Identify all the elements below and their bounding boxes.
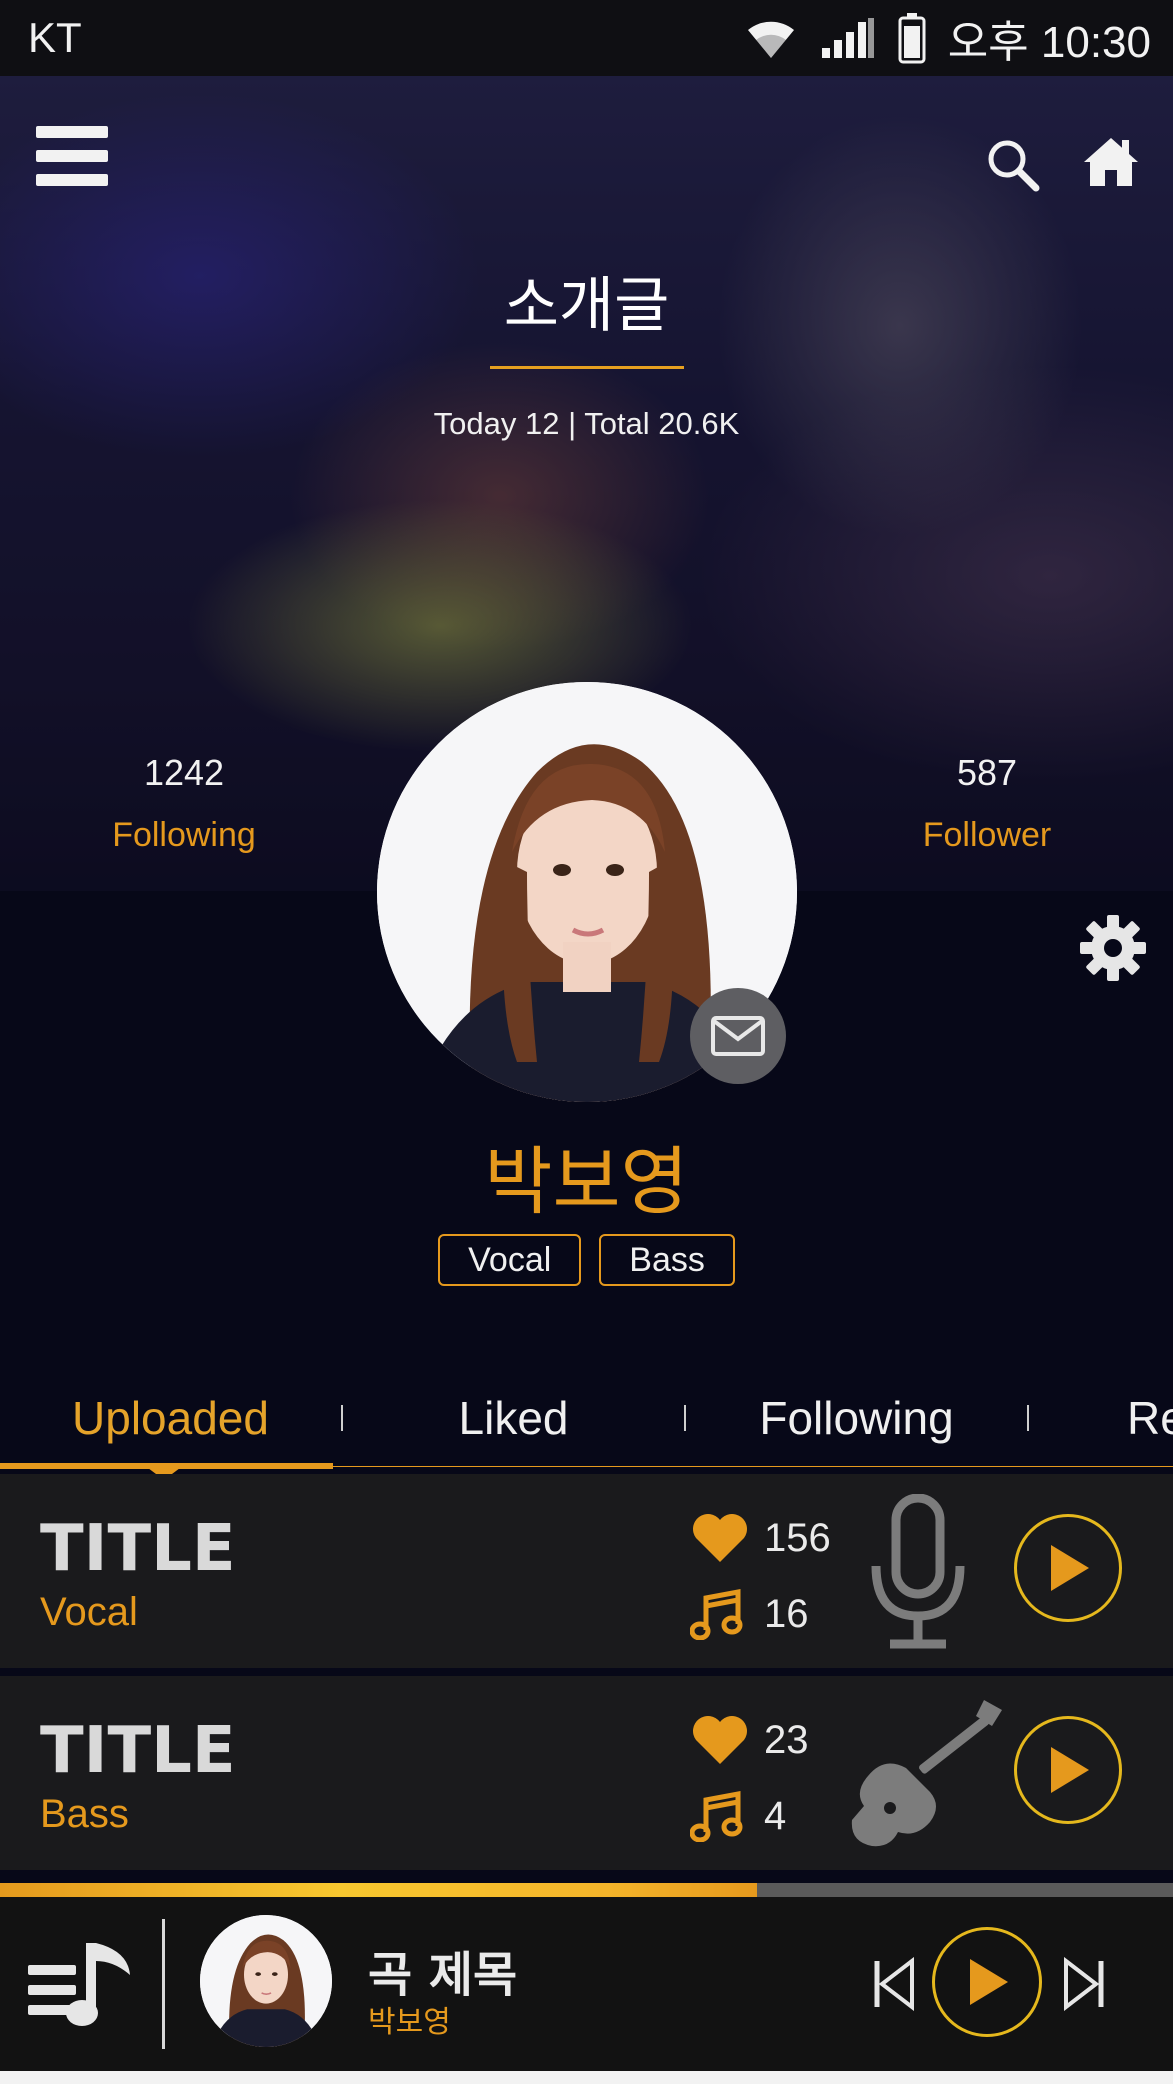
track-part: Vocal <box>40 1590 138 1634</box>
tab-following[interactable]: Following <box>686 1391 1027 1445</box>
follower-label: Follower <box>922 816 1052 854</box>
carrier-label: KT <box>28 14 82 61</box>
tab-re[interactable]: Re <box>1029 1391 1173 1445</box>
music-note-icon <box>690 1790 743 1842</box>
now-playing-avatar <box>200 1915 332 2047</box>
play-icon <box>970 1959 1008 2005</box>
home-icon <box>1084 138 1138 186</box>
bottom-edge <box>0 2071 1173 2084</box>
play-button[interactable] <box>1014 1514 1122 1622</box>
playback-progress[interactable] <box>0 1883 1173 1897</box>
wifi-icon <box>747 21 794 58</box>
play-count: 16 <box>764 1591 809 1636</box>
following-label: Following <box>112 816 256 854</box>
gear-icon <box>1080 915 1146 981</box>
player-divider <box>162 1919 165 2049</box>
now-playing-artist: 박보영 <box>368 2005 451 2040</box>
search-button[interactable] <box>986 138 1040 192</box>
menu-button[interactable] <box>36 124 108 188</box>
next-track-icon[interactable] <box>1062 1957 1106 2011</box>
heart-icon <box>693 1716 747 1764</box>
follower-count: 587 <box>956 752 1018 793</box>
signal-icon <box>821 18 874 58</box>
message-button[interactable] <box>690 988 786 1084</box>
now-playing-title: 곡 제목 <box>368 1947 518 2003</box>
following-count: 1242 <box>143 752 225 793</box>
profile-tabs: Uploaded Liked Following Re <box>0 1368 1173 1468</box>
track-title: TITLE <box>40 1714 236 1788</box>
tab-liked[interactable]: Liked <box>343 1391 684 1445</box>
track-title: TITLE <box>40 1512 236 1586</box>
profile-tags: Vocal Bass <box>0 1234 1173 1286</box>
play-button[interactable] <box>1014 1716 1122 1824</box>
play-icon <box>1051 1747 1089 1793</box>
track-plays: 16 <box>690 1588 809 1640</box>
search-icon <box>988 140 1040 192</box>
like-count: 156 <box>764 1515 831 1560</box>
guitar-icon <box>851 1700 1002 1847</box>
track-part: Bass <box>40 1792 129 1836</box>
clock: 오후 10:30 <box>947 18 1151 67</box>
mini-player: 곡 제목 박보영 <box>0 1897 1173 2071</box>
playback-progress-fill <box>0 1883 757 1897</box>
hamburger-icon <box>36 126 108 186</box>
profile-name: 박보영 <box>484 1139 689 1225</box>
settings-button[interactable] <box>1080 915 1146 985</box>
player-play-button[interactable] <box>932 1927 1042 2037</box>
title-underline <box>490 366 684 369</box>
status-indicators: 오후 10:30 <box>744 6 1151 70</box>
playlist-icon[interactable] <box>28 1935 138 2031</box>
tag-bass[interactable]: Bass <box>599 1234 735 1286</box>
page-title: 소개글 <box>503 271 670 341</box>
play-icon <box>1051 1545 1089 1591</box>
mail-icon <box>711 1016 765 1056</box>
status-bar: KT 오후 10:30 <box>0 0 1173 76</box>
track-row[interactable]: TITLE Bass 23 4 <box>0 1676 1173 1870</box>
music-note-icon <box>690 1588 743 1640</box>
follower-stat[interactable]: 587 Follower <box>857 752 1117 855</box>
visit-counter: Today 12 | Total 20.6K <box>0 406 1173 442</box>
following-stat[interactable]: 1242 Following <box>54 752 314 855</box>
track-likes: 23 <box>690 1714 809 1766</box>
home-button[interactable] <box>1082 134 1140 188</box>
battery-icon <box>898 13 926 64</box>
profile-screen: KT 오후 10:30 소개글 Today 12 | Total 20.6K 1… <box>0 0 1173 2084</box>
heart-icon <box>693 1514 747 1562</box>
visit-counter-text: Today 12 | Total 20.6K <box>433 406 740 441</box>
track-plays: 4 <box>690 1790 786 1842</box>
mini-avatar-portrait <box>200 1915 332 2047</box>
track-row[interactable]: TITLE Vocal 156 16 <box>0 1474 1173 1668</box>
like-count: 23 <box>764 1717 809 1762</box>
track-likes: 156 <box>690 1512 831 1564</box>
tag-vocal[interactable]: Vocal <box>438 1234 582 1286</box>
tab-uploaded[interactable]: Uploaded <box>0 1391 341 1445</box>
play-count: 4 <box>764 1793 787 1838</box>
previous-track-icon[interactable] <box>872 1957 916 2011</box>
microphone-icon <box>871 1494 965 1649</box>
